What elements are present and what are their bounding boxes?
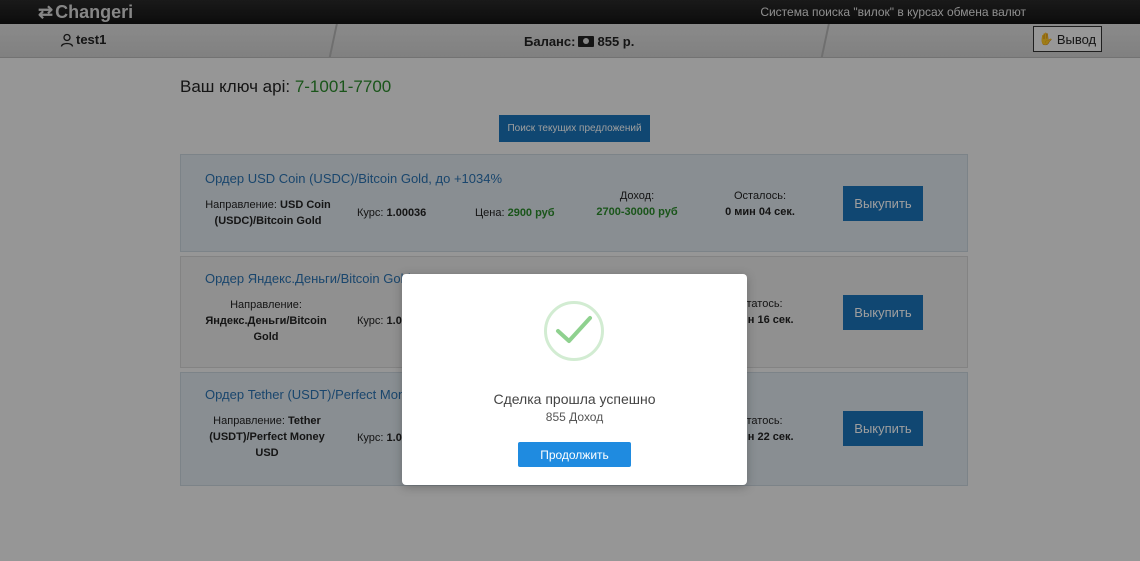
modal-title: Сделка прошла успешно <box>493 391 656 407</box>
continue-button[interactable]: Продолжить <box>518 442 631 467</box>
modal-subtitle: 855 Доход <box>545 410 604 424</box>
success-modal: Сделка прошла успешно 855 Доход Продолжи… <box>402 274 747 485</box>
check-icon <box>544 301 604 361</box>
check-mark <box>556 316 592 343</box>
